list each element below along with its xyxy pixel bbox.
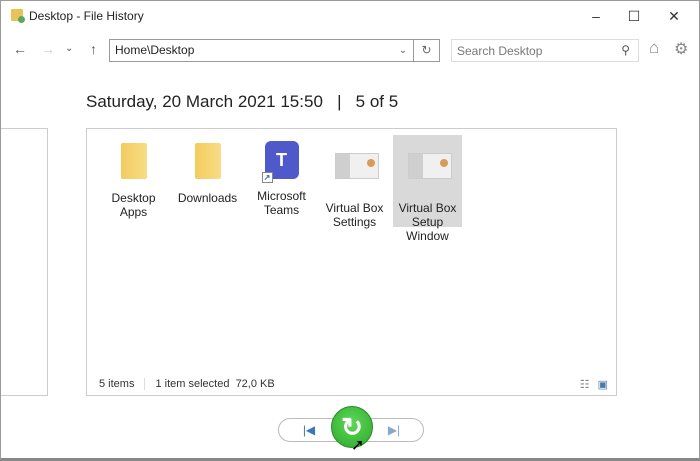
search-input[interactable]: Search Desktop ⚲ (451, 39, 639, 62)
window-title: Desktop - File History (29, 9, 144, 23)
details-view-icon[interactable]: ☷ (580, 378, 590, 391)
gear-icon[interactable]: ⚙ (674, 39, 688, 59)
search-icon[interactable]: ⚲ (621, 43, 630, 57)
next-version-button[interactable]: ▶| (364, 418, 424, 442)
item-label: Desktop Apps (111, 191, 156, 219)
refresh-button[interactable]: ↻ (413, 40, 439, 61)
image-thumbnail-icon (334, 153, 379, 179)
version-position: 5 of 5 (355, 92, 399, 111)
forward-button[interactable]: → (41, 41, 55, 57)
navigation-bar: ← → ⌄ ↑ Home\Desktop ⌄ ↻ Search Desktop … (1, 37, 699, 65)
address-text[interactable]: Home\Desktop (110, 40, 393, 61)
selection-info: 1 item selected 72,0 KB (155, 378, 275, 390)
file-history-window: Desktop - File History – ☐ ✕ ← → ⌄ ↑ Hom… (0, 0, 700, 461)
home-icon[interactable]: ⌂ (649, 38, 659, 58)
previous-version-panel[interactable] (1, 128, 48, 396)
maximize-button[interactable]: ☐ (614, 5, 654, 27)
shortcut-arrow-icon: ↗ (261, 172, 273, 183)
address-bar[interactable]: Home\Desktop ⌄ ↻ (109, 39, 440, 62)
up-button[interactable]: ↑ (90, 41, 97, 57)
recent-locations-button[interactable]: ⌄ (65, 43, 73, 54)
back-button[interactable]: ← (13, 41, 27, 57)
file-view: Desktop Apps Downloads T ↗ Microsoft Team… (86, 128, 617, 396)
file-history-icon (11, 9, 25, 23)
date-text: Saturday, 20 March 2021 15:50 (86, 92, 323, 111)
teams-icon: T ↗ (261, 141, 299, 183)
list-item-selected[interactable]: Virtual Box Setup Window (393, 135, 462, 243)
title-bar: Desktop - File History – ☐ ✕ (1, 1, 699, 31)
list-item[interactable]: T ↗ Microsoft Teams (247, 135, 316, 217)
list-item[interactable]: Downloads (173, 135, 242, 205)
minimize-button[interactable]: – (576, 5, 616, 27)
list-item[interactable]: Virtual Box Settings (320, 135, 389, 229)
mouse-cursor-icon: ➚ (351, 437, 365, 454)
separator: | (337, 92, 342, 111)
item-label: Virtual Box Setup Window (398, 201, 457, 243)
item-label: Microsoft Teams (257, 189, 306, 217)
search-placeholder: Search Desktop (457, 44, 543, 58)
backup-date: Saturday, 20 March 2021 15:50 | 5 of 5 (86, 92, 398, 112)
address-dropdown-icon[interactable]: ⌄ (393, 40, 413, 61)
large-icons-view-icon[interactable]: ▣ (598, 378, 608, 391)
close-button[interactable]: ✕ (654, 5, 694, 27)
status-bar: 5 items 1 item selected 72,0 KB (99, 378, 275, 390)
item-label: Downloads (177, 191, 238, 205)
folder-icon (120, 143, 147, 179)
item-count: 5 items (99, 378, 135, 390)
list-item[interactable]: Desktop Apps (99, 135, 168, 219)
folder-icon (194, 143, 221, 179)
item-label: Virtual Box Settings (325, 201, 384, 229)
image-thumbnail-icon (407, 153, 452, 179)
